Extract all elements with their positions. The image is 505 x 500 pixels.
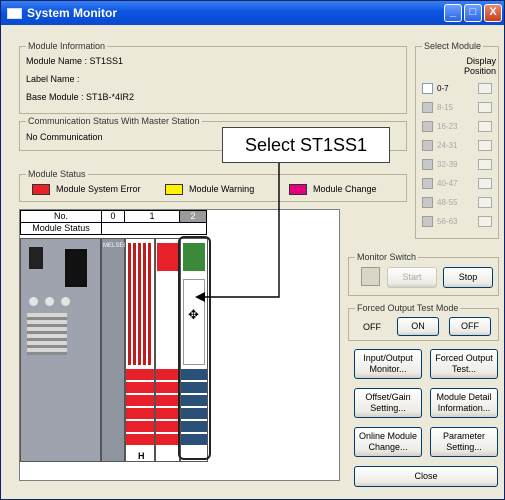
communication-status-value: No Communication xyxy=(26,132,103,142)
h-label: H xyxy=(138,451,145,461)
system-monitor-window: System Monitor _ □ X Module Information … xyxy=(0,0,505,500)
offset-gain-button[interactable]: Offset/Gain Setting... xyxy=(354,388,422,418)
window-icon xyxy=(7,8,22,19)
callout-arrow xyxy=(195,163,280,302)
close-button[interactable]: Close xyxy=(354,466,498,487)
range-label-5: 40-47 xyxy=(437,179,458,188)
cpu-display xyxy=(65,249,87,287)
title-bar[interactable]: System Monitor _ □ X xyxy=(1,1,504,25)
cpu-connector xyxy=(27,313,67,355)
forced-output-state: OFF xyxy=(363,322,381,332)
module-status-label: Module Status xyxy=(26,169,88,179)
select-module-label: Select Module xyxy=(422,41,484,51)
range-label-7: 56-63 xyxy=(437,217,458,226)
label-name: Label Name : xyxy=(26,74,80,84)
parameter-setting-button[interactable]: Parameter Setting... xyxy=(430,427,498,457)
forced-output-test-mode-label: Forced Output Test Mode xyxy=(355,303,461,313)
slot-1-red-block-a xyxy=(126,369,154,447)
range-checkbox-7[interactable] xyxy=(422,216,433,227)
led-3 xyxy=(61,297,70,306)
minimize-button[interactable]: _ xyxy=(444,4,462,22)
display-position-button-0[interactable] xyxy=(478,83,492,94)
system-error-label: Module System Error xyxy=(56,184,141,194)
maximize-button[interactable]: □ xyxy=(464,4,482,22)
range-label-3: 24-31 xyxy=(437,141,458,150)
system-error-swatch xyxy=(32,184,50,195)
callout-select-st1ss1: Select ST1SS1 xyxy=(222,127,390,163)
display-position-button-3[interactable] xyxy=(478,140,492,151)
cpu-switch xyxy=(29,247,43,269)
display-position-button-7[interactable] xyxy=(478,216,492,227)
range-label-1: 8-15 xyxy=(437,103,454,112)
forced-off-button[interactable]: OFF xyxy=(449,317,491,336)
slot-1-b-top xyxy=(157,243,178,271)
range-label-6: 48-55 xyxy=(437,198,458,207)
base-module: Base Module : ST1B-*4IR2 xyxy=(26,92,135,102)
module-information-label: Module Information xyxy=(26,41,108,51)
range-label-4: 32-39 xyxy=(437,160,458,169)
module-view-panel: No. Module Status 0 1 2 MELSEC H ✥ xyxy=(19,209,340,481)
slot-1-module-b[interactable]: H xyxy=(138,238,180,462)
range-checkbox-2[interactable] xyxy=(422,121,433,132)
range-checkbox-0[interactable] xyxy=(422,83,433,94)
display-position-button-1[interactable] xyxy=(478,102,492,113)
online-module-change-button[interactable]: Online Module Change... xyxy=(354,427,422,457)
range-label-0: 0-7 xyxy=(437,84,449,93)
range-checkbox-3[interactable] xyxy=(422,140,433,151)
io-monitor-button[interactable]: Input/Output Monitor... xyxy=(354,349,422,379)
plc-melsec-label: MELSEC xyxy=(103,243,128,249)
forced-output-test-mode-group: Forced Output Test Mode OFF ON OFF xyxy=(348,303,499,341)
module-change-swatch xyxy=(289,184,307,195)
led-2 xyxy=(45,297,54,306)
display-position-button-6[interactable] xyxy=(478,197,492,208)
slot-1-red-block-b xyxy=(156,369,179,447)
slot-1-module-a[interactable] xyxy=(125,238,155,462)
close-window-button[interactable]: X xyxy=(484,4,502,22)
plc-cpu-module[interactable] xyxy=(20,238,101,462)
header-module-status: Module Status xyxy=(20,222,102,235)
display-position-button-4[interactable] xyxy=(478,159,492,170)
monitor-switch-label: Monitor Switch xyxy=(355,252,419,262)
warning-swatch xyxy=(165,184,183,195)
monitor-switch-group: Monitor Switch Start Stop xyxy=(348,252,499,296)
module-detail-button[interactable]: Module Detail Information... xyxy=(430,388,498,418)
module-change-label: Module Change xyxy=(313,184,377,194)
range-label-2: 16-23 xyxy=(437,122,458,131)
select-module-group: Select Module Display Position 0-7 8-15 16… xyxy=(415,41,499,239)
module-information-group: Module Information Module Name : ST1SS1 … xyxy=(19,41,407,114)
monitor-status-indicator xyxy=(361,267,380,286)
display-position-button-5[interactable] xyxy=(478,178,492,189)
base-module-head: MELSEC xyxy=(101,238,128,462)
range-checkbox-6[interactable] xyxy=(422,197,433,208)
range-checkbox-1[interactable] xyxy=(422,102,433,113)
led-1 xyxy=(29,297,38,306)
forced-on-button[interactable]: ON xyxy=(397,317,439,336)
window-title: System Monitor xyxy=(27,6,118,20)
start-button[interactable]: Start xyxy=(387,267,437,288)
slot-1-terminals xyxy=(128,243,152,365)
display-position-label: Display Position xyxy=(463,56,496,76)
range-checkbox-5[interactable] xyxy=(422,178,433,189)
module-name: Module Name : ST1SS1 xyxy=(26,56,124,66)
stop-button[interactable]: Stop xyxy=(443,267,493,288)
range-checkbox-4[interactable] xyxy=(422,159,433,170)
display-position-button-2[interactable] xyxy=(478,121,492,132)
forced-output-test-button[interactable]: Forced Output Test... xyxy=(430,349,498,379)
communication-status-label: Communication Status With Master Station xyxy=(26,116,202,126)
